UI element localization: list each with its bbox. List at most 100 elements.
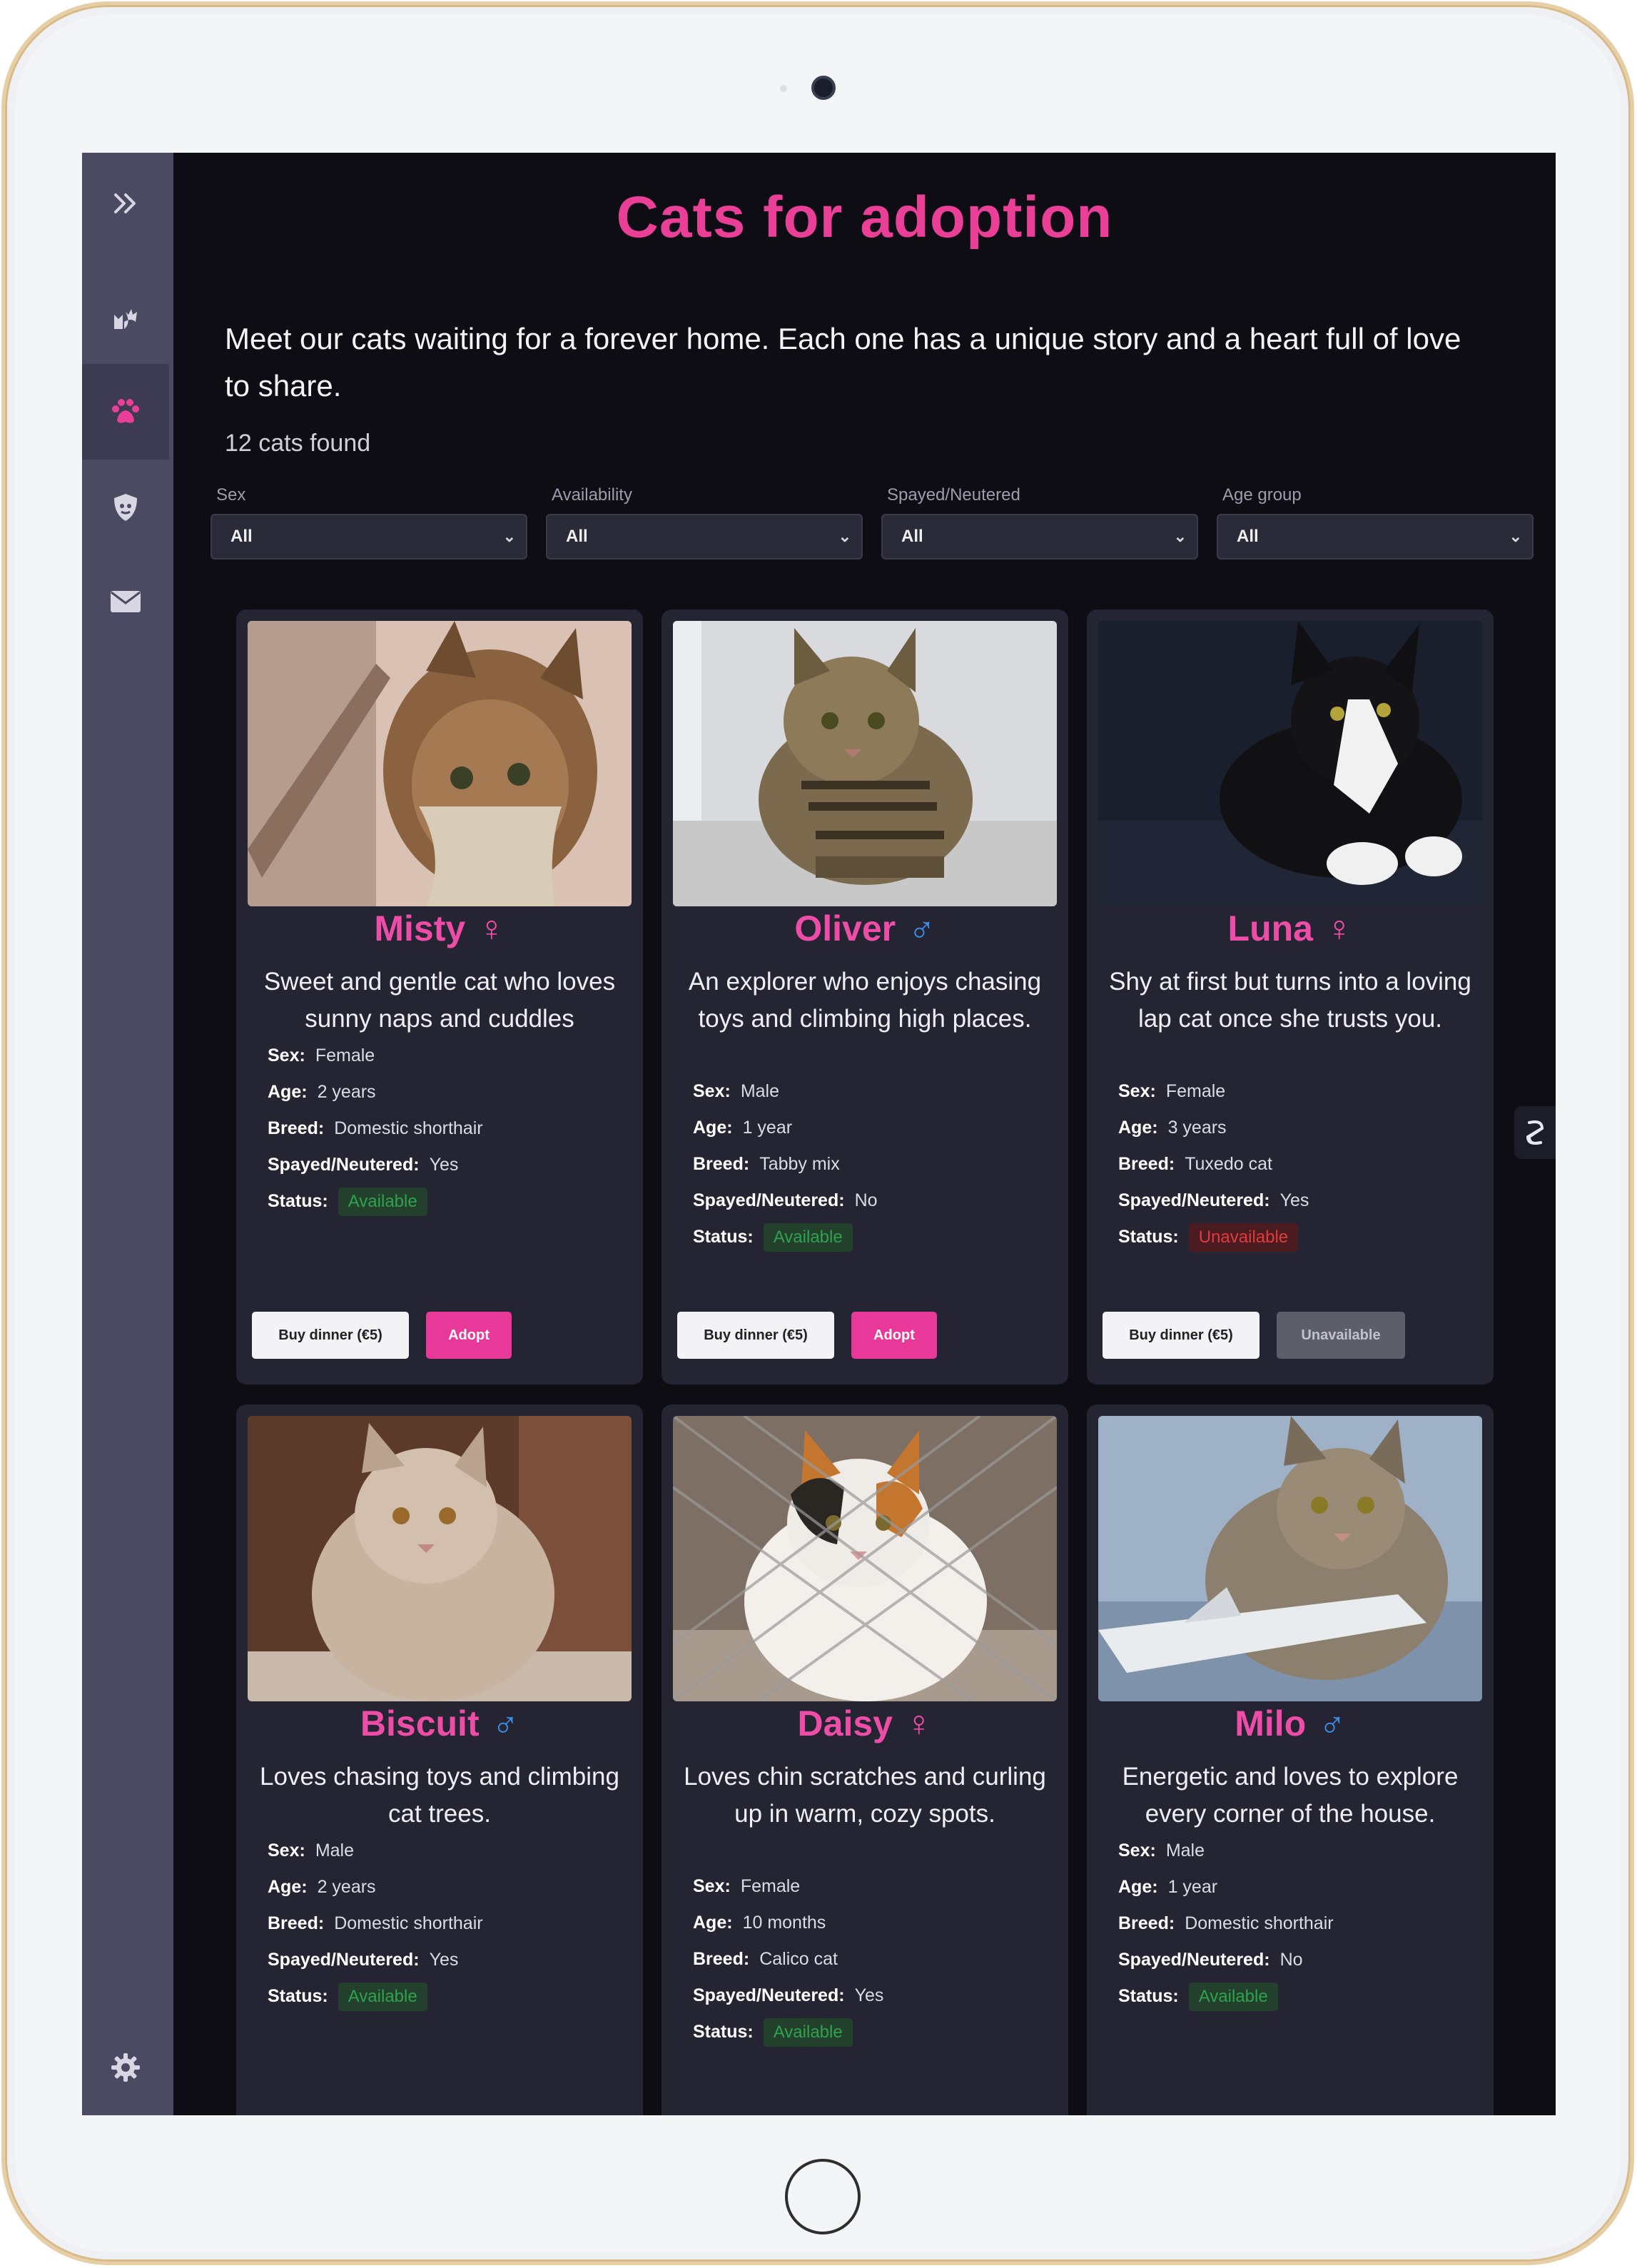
select-value: All — [230, 527, 253, 546]
filter-label: Sex — [216, 485, 246, 505]
fact-breed: Breed: Domestic shorthair — [268, 1913, 483, 1933]
filter-label: Availability — [552, 485, 632, 505]
sidebar-item-contact[interactable] — [82, 554, 169, 649]
select-value: All — [901, 527, 923, 546]
fact-spayed: Spayed/Neutered: Yes — [1118, 1190, 1309, 1210]
front-camera — [811, 76, 836, 100]
cat-photo — [248, 621, 632, 906]
age-group-select[interactable]: All ⌄ — [1217, 514, 1534, 560]
female-icon: ♀ — [1325, 908, 1353, 948]
cat-name-row: Misty ♀ — [236, 908, 643, 958]
cat-icon — [114, 309, 137, 329]
fact-age: Age: 3 years — [1118, 1118, 1227, 1138]
male-icon: ♂ — [908, 908, 936, 948]
cat-photo — [673, 1416, 1057, 1701]
select-value: All — [566, 527, 588, 546]
fact-breed: Breed: Calico cat — [693, 1949, 838, 1969]
sidebar-item-safety[interactable] — [82, 460, 169, 555]
cat-description: Sweet and gentle cat who loves sunny nap… — [263, 968, 616, 1033]
fact-sex: Sex: Male — [693, 1081, 779, 1101]
chevron-down-icon: ⌄ — [1509, 527, 1522, 545]
buy-dinner-button[interactable]: Buy dinner (€5) — [252, 1312, 409, 1359]
fact-status: Status: Available — [268, 1183, 629, 1220]
filter-label: Age group — [1222, 485, 1302, 505]
home-button[interactable] — [785, 2159, 861, 2234]
cat-card: Oliver ♂ An explorer who enjoys chasing t… — [662, 609, 1068, 1384]
cat-facts: Sex: Male Age: 1 year Breed: Domestic short… — [1118, 1833, 1479, 2015]
results-count: 12 cats found — [225, 430, 371, 457]
fact-age: Age: 2 years — [268, 1877, 376, 1897]
filter-age-group: Age group All ⌄ — [1217, 485, 1534, 560]
buy-dinner-button[interactable]: Buy dinner (€5) — [677, 1312, 834, 1359]
cat-name: Misty — [374, 908, 466, 948]
fact-status: Status: Unavailable — [1118, 1219, 1479, 1255]
cat-card: Milo ♂ Energetic and loves to explore eve… — [1087, 1404, 1494, 2115]
cat-name: Oliver — [794, 908, 896, 948]
gear-icon — [111, 2053, 140, 2082]
status-badge: Unavailable — [1188, 1222, 1299, 1252]
app-screen: Cats for adoption Meet our cats waiting … — [82, 153, 1556, 2115]
filter-availability: Availability All ⌄ — [546, 485, 863, 560]
fact-spayed: Spayed/Neutered: Yes — [693, 1985, 884, 2005]
status-badge: Available — [338, 1982, 427, 2011]
fact-spayed: Spayed/Neutered: No — [1118, 1950, 1303, 1970]
cat-facts: Sex: Female Age: 2 years Breed: Domestic sh… — [268, 1038, 629, 1220]
paw-icon — [112, 399, 139, 423]
fact-status: Status: Available — [693, 1219, 1054, 1255]
cat-card: Daisy ♀ Loves chin scratches and curling … — [662, 1404, 1068, 2115]
sex-select[interactable]: All ⌄ — [211, 514, 527, 560]
fact-age: Age: 10 months — [693, 1913, 826, 1933]
status-badge: Available — [763, 2018, 853, 2047]
cat-name-row: Oliver ♂ — [662, 908, 1068, 958]
cat-name: Daisy — [797, 1703, 893, 1743]
spayed-select[interactable]: All ⌄ — [881, 514, 1198, 560]
sidebar-item-adoption[interactable] — [82, 364, 169, 460]
fact-status: Status: Available — [693, 2014, 1054, 2050]
select-value: All — [1237, 527, 1259, 546]
chevron-down-icon: ⌄ — [502, 527, 516, 545]
cat-description: Loves chin scratches and curling up in w… — [684, 1763, 1046, 1828]
fact-spayed: Spayed/Neutered: No — [693, 1190, 878, 1210]
fact-breed: Breed: Tabby mix — [693, 1154, 840, 1174]
adopt-button[interactable]: Adopt — [426, 1312, 512, 1359]
female-icon: ♀ — [905, 1703, 933, 1743]
status-badge: Available — [1188, 1982, 1278, 2011]
cat-name-row: Daisy ♀ — [662, 1703, 1068, 1753]
sidebar-item-cats[interactable] — [82, 270, 169, 365]
sidebar-item-settings[interactable] — [82, 2020, 169, 2115]
cat-name-row: Luna ♀ — [1087, 908, 1494, 958]
cat-photo — [1098, 1416, 1482, 1701]
male-icon: ♂ — [1319, 1703, 1346, 1743]
filter-sex: Sex All ⌄ — [211, 485, 527, 560]
status-badge: Available — [763, 1222, 853, 1252]
cat-name: Milo — [1235, 1703, 1307, 1743]
unavailable-button[interactable]: Unavailable — [1277, 1312, 1405, 1359]
sensor-dot — [780, 85, 787, 92]
mail-icon — [111, 591, 141, 612]
shield-icon — [114, 494, 137, 521]
page-intro: Meet our cats waiting for a forever home… — [225, 322, 1461, 403]
cat-card: Biscuit ♂ Loves chasing toys and climbing… — [236, 1404, 643, 2115]
fact-age: Age: 1 year — [1118, 1877, 1218, 1897]
cat-name-row: Milo ♂ — [1087, 1703, 1494, 1753]
fact-breed: Breed: Domestic shorthair — [1118, 1913, 1334, 1933]
sidebar — [82, 153, 173, 2115]
cat-facts: Sex: Female Age: 10 months Breed: Calico ca… — [693, 1868, 1054, 2050]
adopt-button[interactable]: Adopt — [851, 1312, 937, 1359]
filter-label: Spayed/Neutered — [887, 485, 1020, 505]
floating-assistant-button[interactable] — [1514, 1106, 1556, 1159]
filter-spayed: Spayed/Neutered All ⌄ — [881, 485, 1198, 560]
cat-description: Shy at first but turns into a loving lap… — [1109, 968, 1471, 1033]
availability-select[interactable]: All ⌄ — [546, 514, 863, 560]
sidebar-expand-button[interactable] — [82, 156, 169, 251]
cat-card: Misty ♀ Sweet and gentle cat who loves su… — [236, 609, 643, 1384]
fact-age: Age: 2 years — [268, 1082, 376, 1102]
cat-name: Biscuit — [360, 1703, 480, 1743]
main-content: Cats for adoption Meet our cats waiting … — [173, 153, 1556, 2115]
buy-dinner-button[interactable]: Buy dinner (€5) — [1103, 1312, 1260, 1359]
cat-description: Energetic and loves to explore every cor… — [1122, 1763, 1459, 1828]
fact-status: Status: Available — [268, 1978, 629, 2015]
chevron-down-icon: ⌄ — [838, 527, 851, 545]
cat-facts: Sex: Male Age: 2 years Breed: Domestic shor… — [268, 1833, 629, 2015]
fact-sex: Sex: Female — [693, 1876, 801, 1896]
